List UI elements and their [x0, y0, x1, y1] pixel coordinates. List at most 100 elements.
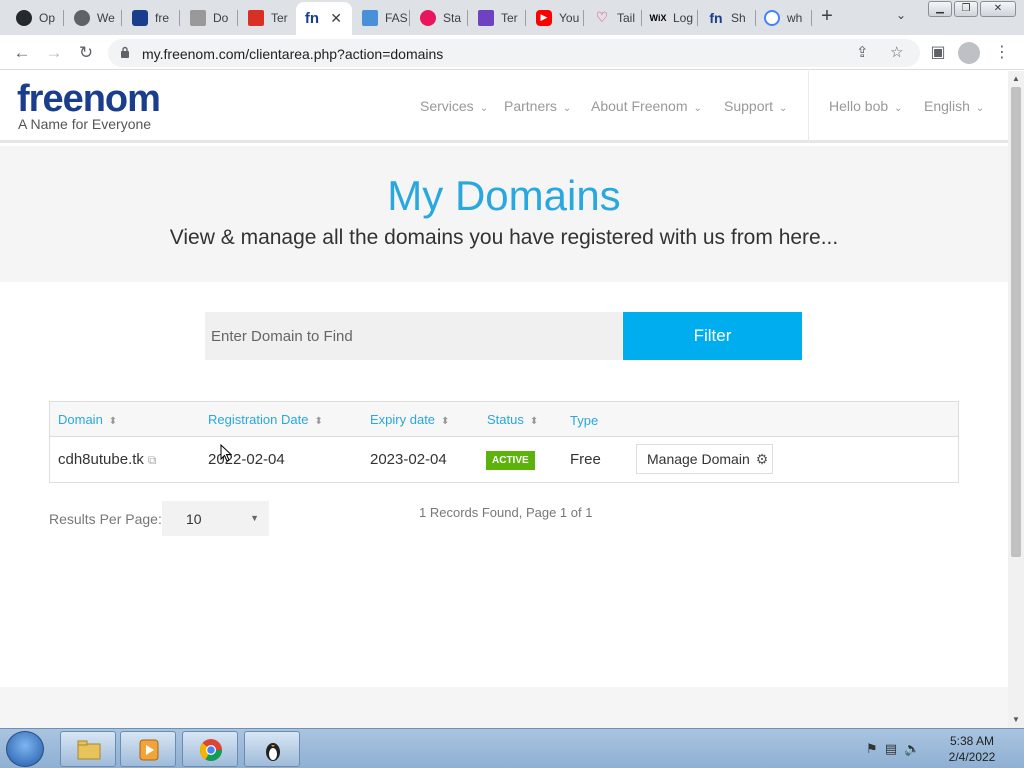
media-player-icon: [139, 739, 159, 761]
browser-tab[interactable]: FAS: [354, 4, 410, 31]
scroll-down-icon[interactable]: ▼: [1012, 715, 1020, 724]
windows-taskbar: ⚑ ▤ 🔈 5:38 AM 2/4/2022: [0, 728, 1024, 768]
reload-icon[interactable]: ↻: [74, 41, 98, 65]
column-header-registration[interactable]: Registration Date ⬍: [208, 412, 323, 427]
browser-tab[interactable]: Ter: [240, 4, 296, 31]
chevron-down-icon[interactable]: ⌄: [896, 8, 906, 22]
forward-arrow-icon[interactable]: →: [42, 41, 66, 65]
records-found-text: 1 Records Found, Page 1 of 1: [419, 505, 593, 520]
freenom-icon: fn: [709, 9, 723, 26]
close-tab-icon[interactable]: ✕: [330, 10, 342, 27]
click-icon: [362, 9, 378, 26]
page-hero: My Domains View & manage all the domains…: [0, 146, 1008, 282]
chevron-down-icon: ⌄: [562, 103, 572, 114]
tab-label: Op: [39, 10, 56, 25]
clock-time: 5:38 AM: [949, 734, 995, 748]
results-per-page-select[interactable]: 10 ▼: [162, 501, 269, 536]
new-tab-button[interactable]: +: [816, 5, 838, 27]
nav-label: Hello bob: [829, 98, 889, 114]
external-link-icon[interactable]: ⧉: [148, 453, 157, 467]
system-tray: ⚑ ▤ 🔈: [866, 741, 921, 757]
windows-start-button[interactable]: [6, 731, 44, 767]
profile-avatar[interactable]: [958, 42, 980, 64]
taskbar-app[interactable]: [244, 731, 300, 767]
taskbar-chrome[interactable]: [182, 731, 238, 767]
flag-icon[interactable]: ⚑: [866, 741, 878, 756]
tab-label: FAS: [385, 10, 408, 25]
browser-tab[interactable]: fn Sh: [700, 4, 756, 31]
domain-cell[interactable]: cdh8utube.tk ⧉: [58, 451, 156, 468]
clock-date: 2/4/2022: [948, 750, 996, 764]
results-per-page-value: 10: [186, 511, 202, 527]
scrollbar-thumb[interactable]: [1011, 87, 1021, 557]
column-label: Type: [570, 413, 599, 428]
chevron-down-icon: ⌄: [693, 103, 702, 114]
tab-label: Do: [213, 10, 229, 25]
sort-icon: ⬍: [314, 416, 323, 427]
chevron-down-icon: ⌄: [975, 103, 985, 114]
browser-tab[interactable]: fre: [124, 4, 180, 31]
freenom-logo[interactable]: freenom: [17, 79, 161, 119]
nav-support[interactable]: Support ⌄: [724, 98, 787, 114]
page-title: My Domains: [387, 172, 621, 219]
column-header-domain[interactable]: Domain ⬍: [58, 412, 117, 427]
scroll-up-icon[interactable]: ▲: [1012, 74, 1020, 83]
tab-label: fre: [155, 10, 170, 25]
bookmark-star-icon[interactable]: ☆: [890, 43, 903, 61]
browser-tab[interactable]: ♡ Tail: [586, 4, 642, 31]
back-arrow-icon[interactable]: ←: [10, 41, 34, 65]
domain-search-input[interactable]: [205, 312, 622, 360]
column-label: Registration Date: [208, 412, 309, 427]
page-scrollbar[interactable]: ▲ ▼: [1008, 71, 1024, 728]
lock-icon: [121, 46, 129, 58]
expiry-date-cell: 2023-02-04: [370, 451, 447, 468]
side-panel-icon[interactable]: ▣: [926, 41, 950, 65]
volume-icon[interactable]: 🔈: [904, 741, 920, 756]
wix-icon: WiX: [649, 12, 667, 23]
column-header-expiry[interactable]: Expiry date ⬍: [370, 412, 449, 427]
folder-icon: [77, 740, 101, 760]
taskbar-explorer[interactable]: [60, 731, 116, 767]
nav-about[interactable]: About Freenom ⌄: [591, 98, 702, 114]
filter-button[interactable]: Filter: [623, 312, 802, 360]
browser-tab-active[interactable]: fn ✕: [296, 2, 352, 35]
nav-divider: [808, 71, 809, 143]
share-icon[interactable]: ⇪: [856, 43, 869, 61]
browser-tab[interactable]: Ter: [470, 4, 526, 31]
nav-label: English: [924, 98, 970, 114]
tab-label: Sh: [731, 10, 746, 25]
gmail-icon: [248, 9, 264, 26]
nav-partners[interactable]: Partners ⌄: [504, 98, 571, 114]
minimize-button[interactable]: ▁: [928, 1, 952, 17]
close-window-button[interactable]: ✕: [980, 1, 1016, 17]
nav-services[interactable]: Services ⌄: [420, 98, 488, 114]
taskbar-media-player[interactable]: [120, 731, 176, 767]
browser-tab[interactable]: Do: [182, 4, 238, 31]
restore-button[interactable]: ❐: [954, 1, 978, 17]
table-header: Domain ⬍ Registration Date ⬍ Expiry date ⬍ …: [50, 402, 958, 437]
nav-label: Services: [420, 98, 474, 114]
menu-dots-icon[interactable]: ⋮: [990, 41, 1014, 65]
network-icon[interactable]: ▤: [885, 741, 897, 756]
taskbar-clock[interactable]: 5:38 AM 2/4/2022: [940, 733, 1004, 765]
column-header-status[interactable]: Status ⬍: [487, 412, 538, 427]
address-bar[interactable]: my.freenom.com/clientarea.php?action=dom…: [108, 39, 920, 67]
nav-user-menu[interactable]: Hello bob ⌄: [829, 98, 903, 114]
browser-tab[interactable]: wh: [756, 4, 812, 31]
nav-label: Support: [724, 98, 774, 114]
browser-tab[interactable]: ▶ You: [528, 4, 584, 31]
freenom-icon: fn: [304, 10, 320, 27]
page-subtitle: View & manage all the domains you have r…: [169, 226, 839, 249]
nav-language[interactable]: English ⌄: [924, 98, 984, 114]
browser-tab[interactable]: WiX Log: [642, 4, 698, 31]
globe-icon: [74, 9, 90, 26]
sort-icon: ⬍: [529, 416, 539, 427]
sort-icon: ⬍: [441, 416, 450, 427]
manage-domain-button[interactable]: Manage Domain ⚙: [636, 444, 773, 474]
github-icon: [16, 9, 32, 26]
browser-tab[interactable]: Op: [8, 4, 64, 31]
domain-name[interactable]: cdh8utube.tk: [58, 451, 144, 468]
browser-tab[interactable]: Sta: [412, 4, 468, 31]
browser-tab[interactable]: We: [66, 4, 122, 31]
heart-icon: ♡: [595, 9, 609, 25]
